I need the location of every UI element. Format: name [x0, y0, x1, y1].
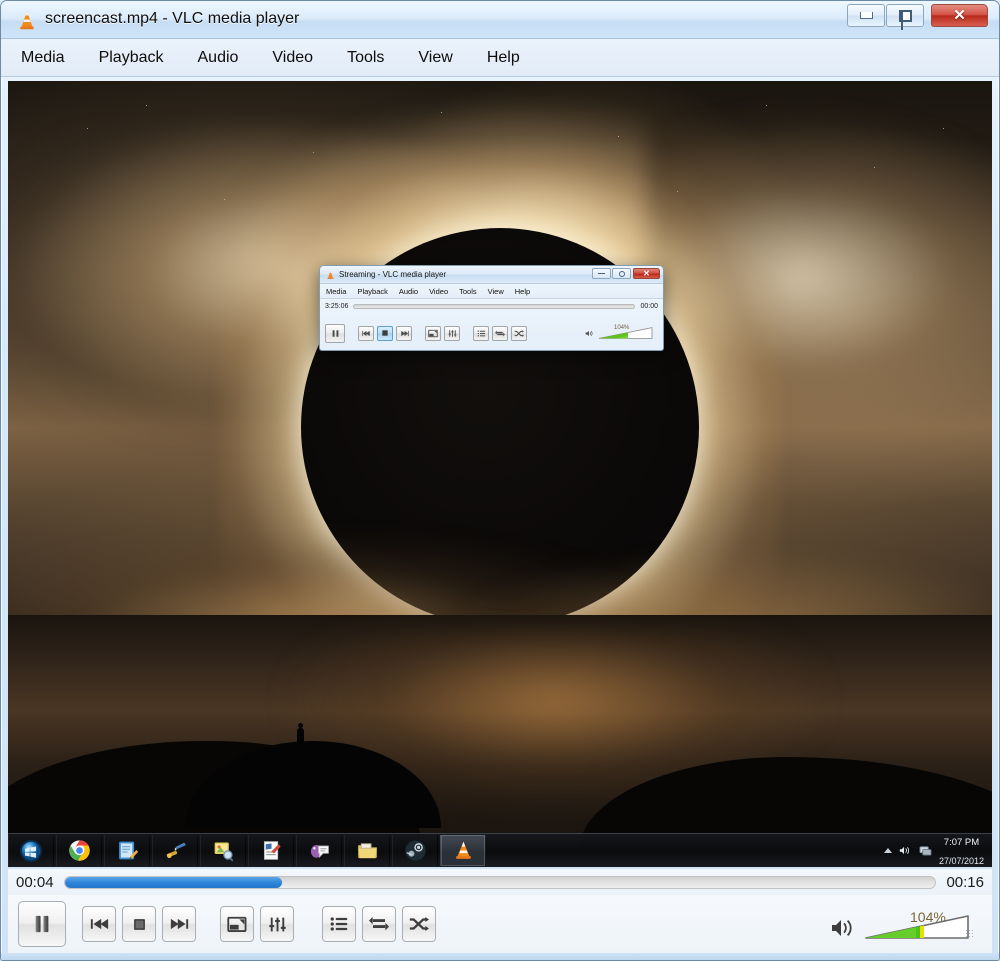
- vlc-cone-icon: [326, 270, 335, 280]
- taskbar-item-paint-tool[interactable]: [152, 835, 198, 866]
- inner-total-time: 00:00: [640, 303, 658, 310]
- tray-network-icon[interactable]: [919, 845, 932, 856]
- tray-volume-icon[interactable]: [899, 845, 912, 856]
- taskbar-item-start-orb[interactable]: [8, 835, 54, 866]
- taskbar-item-document[interactable]: [248, 835, 294, 866]
- inner-control-bar: 104%: [320, 314, 663, 351]
- fullscreen-button[interactable]: [220, 906, 254, 942]
- seek-bar-fill: [65, 877, 283, 888]
- inner-seek-row: 3:25:06 00:00: [320, 299, 663, 314]
- maximize-icon: [619, 271, 625, 277]
- inner-window-title: Streaming - VLC media player: [339, 270, 446, 279]
- inner-menu-item-view[interactable]: View: [488, 287, 504, 296]
- inner-fullscreen-button[interactable]: [425, 326, 441, 341]
- taskbar-item-steam[interactable]: [392, 835, 438, 866]
- inner-menu-item-tools[interactable]: Tools: [459, 287, 477, 296]
- inner-vlc-window: Streaming - VLC media player ✕ Media Pla…: [319, 265, 664, 351]
- minimize-icon: [860, 12, 873, 19]
- inner-volume-area[interactable]: 104%: [585, 326, 658, 340]
- control-bar: 104%: [8, 895, 992, 953]
- inner-next-button[interactable]: [396, 326, 412, 341]
- inner-volume-slider[interactable]: 104%: [598, 326, 654, 340]
- playlist-button[interactable]: [322, 906, 356, 942]
- system-tray: 7:07 PM 27/07/2012: [884, 832, 992, 867]
- close-button[interactable]: ✕: [931, 4, 988, 27]
- video-canvas[interactable]: Streaming - VLC media player ✕ Media Pla…: [8, 81, 992, 867]
- seek-bar[interactable]: [64, 876, 937, 889]
- menu-item-video[interactable]: Video: [270, 46, 315, 70]
- menu-item-tools[interactable]: Tools: [345, 46, 386, 70]
- inner-shuffle-button[interactable]: [511, 326, 527, 341]
- inner-stop-button[interactable]: [377, 326, 393, 341]
- inner-minimize-button[interactable]: [592, 268, 611, 279]
- window-title: screencast.mp4 - VLC media player: [45, 10, 299, 28]
- restore-button[interactable]: [886, 4, 924, 27]
- volume-icon[interactable]: [585, 329, 595, 338]
- inner-title-bar: Streaming - VLC media player ✕: [320, 266, 663, 284]
- menu-bar: Media Playback Audio Video Tools View He…: [1, 39, 999, 77]
- total-time: 00:16: [946, 874, 984, 891]
- elapsed-time: 00:04: [16, 874, 54, 891]
- inner-menu-bar: Media Playback Audio Video Tools View He…: [320, 284, 663, 299]
- video-person-silhouette: [296, 723, 305, 753]
- taskbar-item-notepad[interactable]: [104, 835, 150, 866]
- inner-elapsed-time: 3:25:06: [325, 303, 348, 310]
- seek-row: 00:04 00:16: [8, 869, 992, 895]
- inner-equalizer-button[interactable]: [444, 326, 460, 341]
- taskbar-item-vlc[interactable]: [440, 835, 486, 866]
- inner-menu-item-media[interactable]: Media: [326, 287, 346, 296]
- previous-button[interactable]: [82, 906, 116, 942]
- tray-date: 27/07/2012: [939, 856, 984, 866]
- inner-menu-item-audio[interactable]: Audio: [399, 287, 418, 296]
- resize-grip-icon: [965, 929, 974, 938]
- inner-menu-item-video[interactable]: Video: [429, 287, 448, 296]
- menu-item-playback[interactable]: Playback: [97, 46, 166, 70]
- inner-seek-bar[interactable]: [353, 304, 635, 309]
- taskbar-item-file-explorer[interactable]: [344, 835, 390, 866]
- next-button[interactable]: [162, 906, 196, 942]
- minimize-icon: [598, 273, 605, 274]
- inner-pause-button[interactable]: [325, 324, 345, 343]
- inner-menu-item-playback[interactable]: Playback: [357, 287, 387, 296]
- minimize-button[interactable]: [847, 4, 885, 27]
- shuffle-button[interactable]: [402, 906, 436, 942]
- volume-area[interactable]: 104%: [830, 907, 982, 941]
- taskbar-item-chat[interactable]: [296, 835, 342, 866]
- stop-button[interactable]: [122, 906, 156, 942]
- pause-button[interactable]: [18, 901, 66, 947]
- inner-loop-button[interactable]: [492, 326, 508, 341]
- menu-item-view[interactable]: View: [416, 46, 454, 70]
- close-icon: ✕: [953, 8, 966, 23]
- title-bar[interactable]: screencast.mp4 - VLC media player ✕: [1, 1, 999, 39]
- inner-playlist-button[interactable]: [473, 326, 489, 341]
- menu-item-media[interactable]: Media: [19, 46, 67, 70]
- video-taskbar: 7:07 PM 27/07/2012: [8, 833, 992, 867]
- volume-slider[interactable]: 104%: [864, 907, 976, 941]
- inner-close-button[interactable]: ✕: [633, 268, 660, 279]
- equalizer-button[interactable]: [260, 906, 294, 942]
- tray-clock[interactable]: 7:07 PM 27/07/2012: [939, 832, 984, 867]
- vlc-cone-icon: [17, 10, 37, 31]
- taskbar-item-chrome[interactable]: [56, 835, 102, 866]
- taskbar-item-photo-editor[interactable]: [200, 835, 246, 866]
- loop-button[interactable]: [362, 906, 396, 942]
- menu-item-help[interactable]: Help: [485, 46, 522, 70]
- window-footer: [1, 953, 999, 960]
- inner-menu-item-help[interactable]: Help: [515, 287, 530, 296]
- menu-item-audio[interactable]: Audio: [196, 46, 241, 70]
- tray-time: 7:07 PM: [944, 837, 979, 848]
- inner-previous-button[interactable]: [358, 326, 374, 341]
- volume-icon[interactable]: [830, 917, 856, 939]
- inner-maximize-button[interactable]: [612, 268, 631, 279]
- close-icon: ✕: [643, 270, 650, 278]
- show-hidden-icons-icon[interactable]: [884, 848, 892, 853]
- restore-icon: [899, 10, 912, 22]
- vlc-media-player-window: screencast.mp4 - VLC media player ✕ Medi…: [0, 0, 1000, 961]
